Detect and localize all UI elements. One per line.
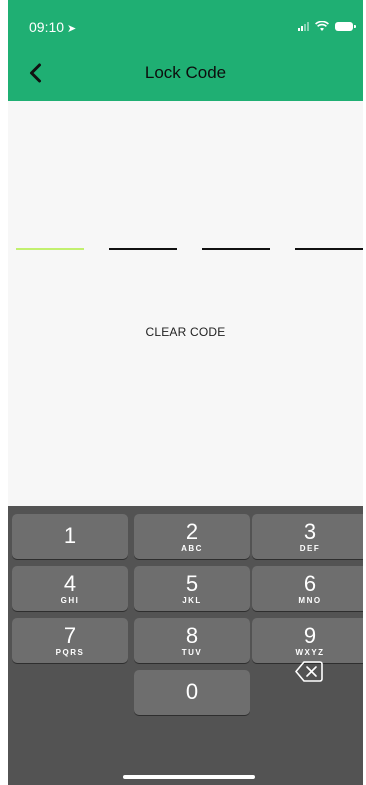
key-letters: PQRS: [55, 648, 85, 657]
key-letters: DEF: [299, 544, 321, 553]
lock-code-screen: 09:10 ➤ Lock Code CLEAR CODE 1 2 ABC 3 D…: [8, 0, 363, 785]
key-digit: 2: [185, 519, 199, 544]
key-digit: 6: [303, 571, 317, 596]
key-digit: 9: [303, 623, 317, 648]
key-5[interactable]: 5 JKL: [134, 566, 250, 611]
key-digit: 8: [185, 623, 199, 648]
key-0[interactable]: 0: [134, 670, 250, 715]
code-slot-2: [109, 248, 177, 250]
key-digit: 1: [63, 523, 77, 548]
home-indicator: [123, 775, 255, 779]
numeric-keypad: 1 2 ABC 3 DEF 4 GHI 5 JKL 6 MNO 7 PQRS 8…: [8, 506, 363, 785]
key-digit: 3: [303, 519, 317, 544]
key-4[interactable]: 4 GHI: [12, 566, 128, 611]
header-bar: 09:10 ➤ Lock Code: [8, 0, 363, 101]
backspace-icon[interactable]: [252, 649, 363, 694]
key-letters: MNO: [298, 596, 322, 605]
key-letters: JKL: [182, 596, 202, 605]
key-letters: ABC: [181, 544, 203, 553]
key-digit: 4: [63, 571, 77, 596]
key-letters: TUV: [181, 648, 203, 657]
code-slot-1: [16, 248, 84, 250]
key-2[interactable]: 2 ABC: [134, 514, 250, 559]
battery-icon: [335, 21, 356, 31]
key-digit: 7: [63, 623, 77, 648]
key-3[interactable]: 3 DEF: [252, 514, 363, 559]
key-6[interactable]: 6 MNO: [252, 566, 363, 611]
cellular-signal-icon: [298, 21, 309, 31]
status-icons: [298, 20, 356, 32]
key-digit: 0: [185, 679, 199, 704]
code-slot-4: [295, 248, 363, 250]
status-time: 09:10 ➤: [29, 19, 76, 35]
wifi-icon: [315, 20, 329, 31]
key-1[interactable]: 1: [12, 514, 128, 559]
status-time-text: 09:10: [29, 19, 65, 35]
key-letters: GHI: [60, 596, 80, 605]
key-7[interactable]: 7 PQRS: [12, 618, 128, 663]
code-slot-3: [202, 248, 270, 250]
key-digit: 5: [185, 571, 199, 596]
clear-code-button[interactable]: CLEAR CODE: [8, 325, 363, 339]
key-8[interactable]: 8 TUV: [134, 618, 250, 663]
location-arrow-icon: ➤: [67, 23, 77, 35]
page-title: Lock Code: [144, 63, 227, 82]
